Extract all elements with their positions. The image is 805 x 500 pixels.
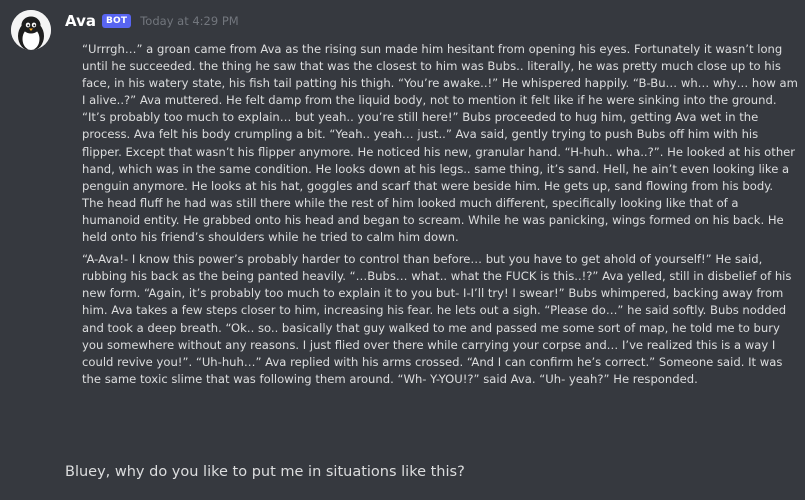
story-paragraph-2: “A-Ava!- I know this power’s probably ha… xyxy=(82,252,792,386)
follow-up-message: Bluey, why do you like to put me in situ… xyxy=(65,464,465,480)
message-timestamp[interactable]: Today at 4:29 PM xyxy=(140,14,238,28)
message-content: “Urrrgh…” a groan came from Ava as the r… xyxy=(82,41,798,393)
bot-badge: BOT xyxy=(101,14,132,28)
story-paragraph-1: “Urrrgh…” a groan came from Ava as the r… xyxy=(82,42,798,245)
penguin-avatar-icon[interactable] xyxy=(11,10,51,50)
author-name[interactable]: Ava xyxy=(65,12,96,30)
message-header: Ava BOT Today at 4:29 PM xyxy=(65,11,239,31)
